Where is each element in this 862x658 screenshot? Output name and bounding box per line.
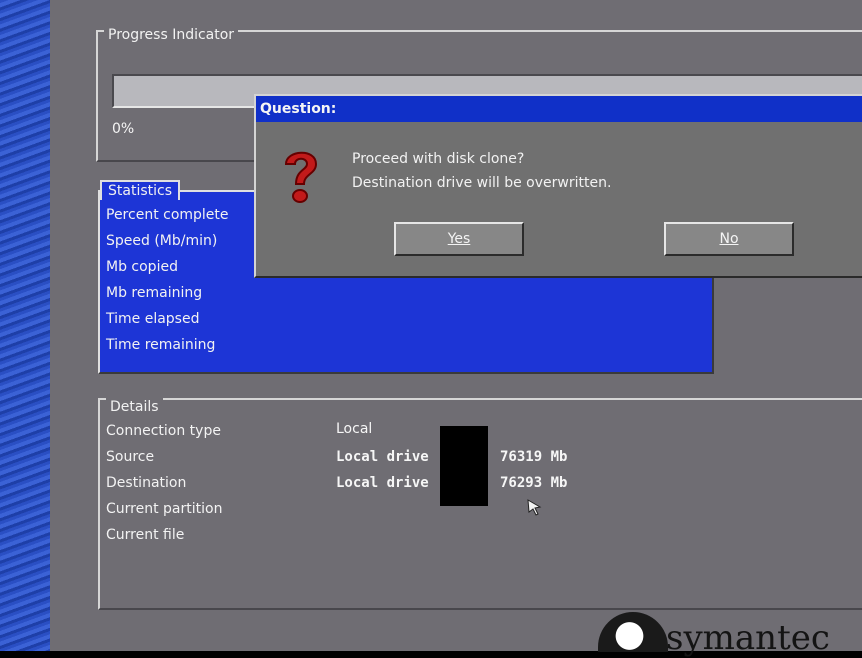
mouse-cursor-icon: [527, 499, 542, 516]
desktop-background-edge: [0, 0, 50, 651]
symantec-logo-icon: [598, 612, 668, 652]
dialog-message-line1: Proceed with disk clone?: [352, 151, 525, 167]
statistics-legend: Statistics: [100, 180, 180, 200]
details-legend: Details: [106, 398, 163, 416]
stat-percent-complete: Percent complete: [106, 207, 229, 223]
yes-button[interactable]: Yes: [394, 222, 524, 256]
detail-label-partition: Current partition: [106, 501, 223, 517]
stat-mb-copied: Mb copied: [106, 259, 178, 275]
stat-speed: Speed (Mb/min): [106, 233, 218, 249]
detail-label-source: Source: [106, 449, 155, 465]
progress-percent: 0%: [112, 121, 135, 137]
detail-label-destination: Destination: [106, 475, 187, 491]
stat-time-remaining: Time remaining: [106, 337, 216, 353]
yes-button-label: Yes: [447, 231, 471, 247]
brand-name: symantec: [666, 618, 830, 658]
dialog-title: Question:: [256, 96, 862, 122]
progress-legend: Progress Indicator: [104, 26, 239, 44]
redaction-box: [440, 426, 488, 506]
question-dialog: Question: Proceed with disk clone? Desti…: [254, 94, 862, 278]
question-mark-icon: [284, 151, 318, 203]
detail-source-size: 76319 Mb: [500, 449, 568, 465]
detail-label-connection: Connection type: [106, 423, 221, 439]
detail-destination-size: 76293 Mb: [500, 475, 568, 491]
stat-time-elapsed: Time elapsed: [106, 311, 200, 327]
no-button[interactable]: No: [664, 222, 794, 256]
ghost-main-window: Progress Indicator 0% Statistics Percent…: [50, 0, 862, 658]
detail-connection-value: Local: [336, 421, 373, 437]
no-button-label: No: [719, 231, 739, 247]
dialog-message-line2: Destination drive will be overwritten.: [352, 175, 612, 191]
detail-label-file: Current file: [106, 527, 185, 543]
stat-mb-remaining: Mb remaining: [106, 285, 203, 301]
detail-source-prefix: Local drive: [336, 449, 429, 465]
detail-destination-prefix: Local drive: [336, 475, 429, 491]
